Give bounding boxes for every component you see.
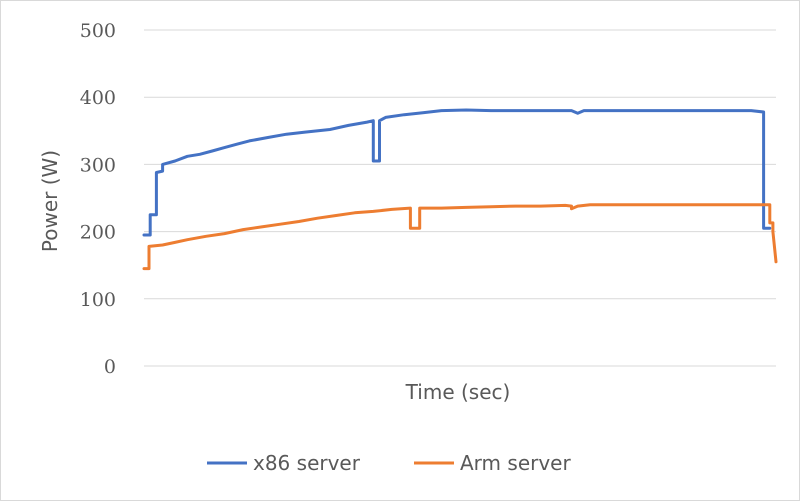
series-group <box>142 108 778 271</box>
y-tick-label: 400 <box>80 87 116 109</box>
y-tick-label: 100 <box>80 289 116 311</box>
chart-frame: 0 100 200 300 400 500 Power (W) Time (sec) x8… <box>0 0 800 501</box>
y-tick-label: 500 <box>80 20 116 42</box>
legend-label: Arm server <box>460 451 571 475</box>
series-line-arm-server <box>142 203 778 271</box>
y-tick-label: 300 <box>80 154 116 176</box>
y-axis-ticks: 0 100 200 300 400 500 <box>80 20 116 378</box>
y-axis-title: Power (W) <box>38 150 62 252</box>
gridlines <box>144 29 776 367</box>
y-tick-label: 200 <box>80 222 116 244</box>
line-chart: 0 100 200 300 400 500 Power (W) Time (sec) x8… <box>38 20 778 475</box>
x-axis-title: Time (sec) <box>405 380 511 404</box>
legend-label: x86 server <box>253 451 361 475</box>
y-tick-label: 0 <box>104 356 116 378</box>
series-line-x86-server <box>142 108 772 237</box>
legend: x86 server Arm server <box>207 451 571 475</box>
